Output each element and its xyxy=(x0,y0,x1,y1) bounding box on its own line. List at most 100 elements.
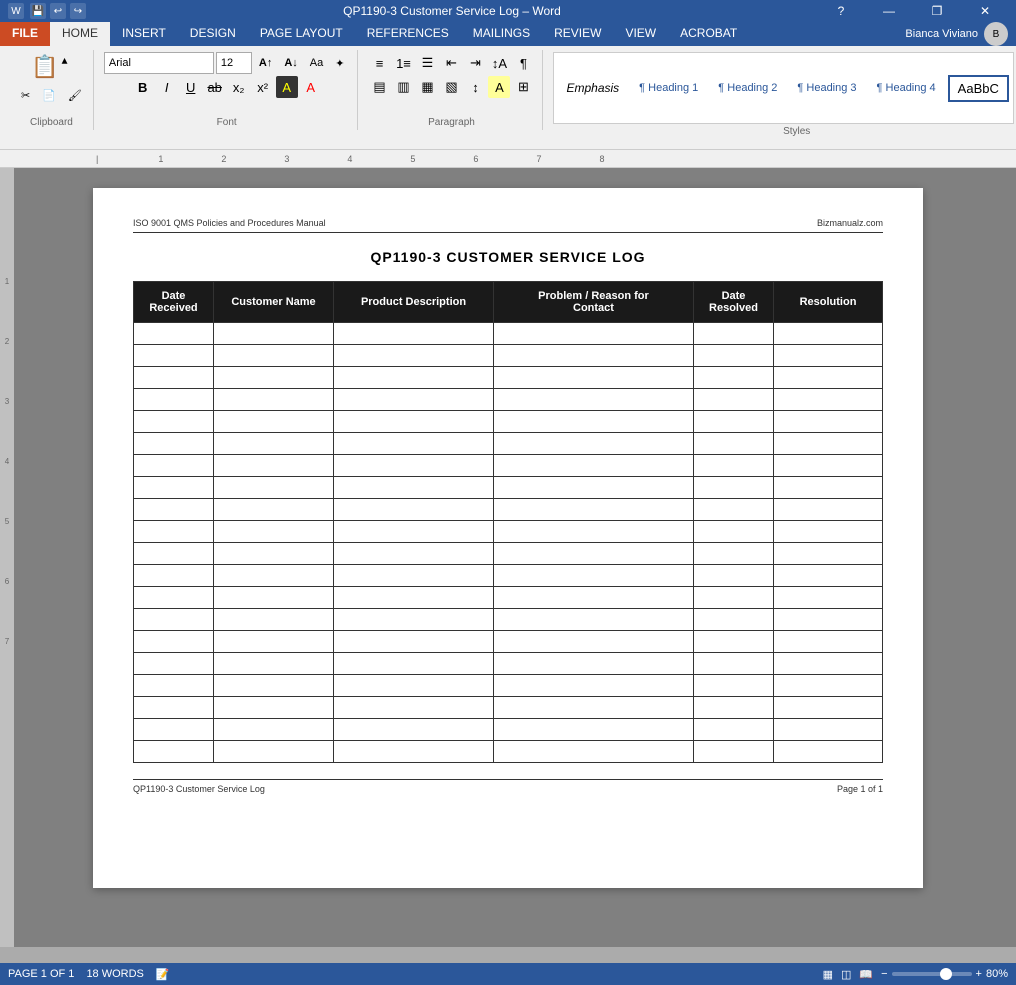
style-emphasis[interactable]: Emphasis xyxy=(558,77,627,99)
font-size-input[interactable] xyxy=(216,52,252,74)
strikethrough-button[interactable]: ab xyxy=(204,76,226,98)
zoom-out-button[interactable]: − xyxy=(881,968,887,980)
table-row[interactable] xyxy=(134,433,883,455)
table-cell[interactable] xyxy=(774,609,883,631)
table-cell[interactable] xyxy=(134,499,214,521)
table-cell[interactable] xyxy=(694,653,774,675)
table-cell[interactable] xyxy=(494,675,694,697)
shading-button[interactable]: A xyxy=(488,76,510,98)
table-cell[interactable] xyxy=(334,367,494,389)
table-cell[interactable] xyxy=(214,719,334,741)
table-cell[interactable] xyxy=(214,543,334,565)
italic-button[interactable]: I xyxy=(156,76,178,98)
table-cell[interactable] xyxy=(494,521,694,543)
align-right-button[interactable]: ▦ xyxy=(416,76,438,98)
table-cell[interactable] xyxy=(134,697,214,719)
table-cell[interactable] xyxy=(334,653,494,675)
table-cell[interactable] xyxy=(334,565,494,587)
table-cell[interactable] xyxy=(774,367,883,389)
table-cell[interactable] xyxy=(134,653,214,675)
table-cell[interactable] xyxy=(134,433,214,455)
table-cell[interactable] xyxy=(214,345,334,367)
undo-icon[interactable]: ↩ xyxy=(50,3,66,19)
table-cell[interactable] xyxy=(334,433,494,455)
decrease-font-button[interactable]: A↓ xyxy=(279,52,302,74)
table-cell[interactable] xyxy=(134,455,214,477)
table-cell[interactable] xyxy=(134,345,214,367)
table-row[interactable] xyxy=(134,653,883,675)
table-cell[interactable] xyxy=(774,543,883,565)
change-case-button[interactable]: Aa xyxy=(305,52,328,74)
tab-page-layout[interactable]: PAGE LAYOUT xyxy=(248,22,355,46)
table-cell[interactable] xyxy=(334,521,494,543)
table-cell[interactable] xyxy=(214,433,334,455)
view-read-button[interactable]: 📖 xyxy=(859,968,873,981)
table-cell[interactable] xyxy=(134,477,214,499)
table-cell[interactable] xyxy=(334,697,494,719)
table-cell[interactable] xyxy=(774,477,883,499)
table-cell[interactable] xyxy=(334,741,494,763)
table-row[interactable] xyxy=(134,631,883,653)
table-cell[interactable] xyxy=(134,719,214,741)
font-color-button[interactable]: A xyxy=(300,76,322,98)
format-painter-button[interactable]: 🖌 xyxy=(63,84,87,106)
table-cell[interactable] xyxy=(214,741,334,763)
table-cell[interactable] xyxy=(134,741,214,763)
minimize-button[interactable]: — xyxy=(866,0,912,22)
table-cell[interactable] xyxy=(694,631,774,653)
table-cell[interactable] xyxy=(214,609,334,631)
table-cell[interactable] xyxy=(494,631,694,653)
table-cell[interactable] xyxy=(694,499,774,521)
style-heading2[interactable]: ¶ Heading 2 xyxy=(710,78,785,98)
increase-indent-button[interactable]: ⇥ xyxy=(464,52,486,74)
table-cell[interactable] xyxy=(774,499,883,521)
table-cell[interactable] xyxy=(494,367,694,389)
save-icon[interactable]: 💾 xyxy=(30,3,46,19)
table-cell[interactable] xyxy=(334,719,494,741)
table-cell[interactable] xyxy=(494,587,694,609)
table-cell[interactable] xyxy=(774,323,883,345)
maximize-button[interactable]: ❐ xyxy=(914,0,960,22)
table-cell[interactable] xyxy=(334,587,494,609)
table-row[interactable] xyxy=(134,741,883,763)
table-cell[interactable] xyxy=(334,631,494,653)
table-cell[interactable] xyxy=(214,389,334,411)
tab-view[interactable]: VIEW xyxy=(613,22,668,46)
table-cell[interactable] xyxy=(494,411,694,433)
table-cell[interactable] xyxy=(494,433,694,455)
table-cell[interactable] xyxy=(334,675,494,697)
align-center-button[interactable]: ▥ xyxy=(392,76,414,98)
close-button[interactable]: ✕ xyxy=(962,0,1008,22)
paste-button[interactable]: 📋 ▼ xyxy=(28,52,75,82)
table-cell[interactable] xyxy=(774,521,883,543)
multilevel-list-button[interactable]: ☰ xyxy=(416,52,438,74)
table-cell[interactable] xyxy=(694,345,774,367)
table-cell[interactable] xyxy=(214,367,334,389)
table-cell[interactable] xyxy=(134,521,214,543)
table-cell[interactable] xyxy=(774,345,883,367)
table-cell[interactable] xyxy=(774,741,883,763)
table-cell[interactable] xyxy=(774,565,883,587)
table-cell[interactable] xyxy=(214,521,334,543)
table-cell[interactable] xyxy=(774,675,883,697)
table-cell[interactable] xyxy=(134,543,214,565)
table-cell[interactable] xyxy=(334,389,494,411)
table-cell[interactable] xyxy=(694,609,774,631)
table-cell[interactable] xyxy=(494,741,694,763)
table-cell[interactable] xyxy=(694,521,774,543)
tab-file[interactable]: FILE xyxy=(0,22,50,46)
table-cell[interactable] xyxy=(694,433,774,455)
table-cell[interactable] xyxy=(494,455,694,477)
table-cell[interactable] xyxy=(694,697,774,719)
table-row[interactable] xyxy=(134,675,883,697)
style-default[interactable]: AaBbC xyxy=(948,75,1009,102)
line-spacing-button[interactable]: ↕ xyxy=(464,76,486,98)
table-cell[interactable] xyxy=(134,411,214,433)
table-cell[interactable] xyxy=(214,323,334,345)
table-row[interactable] xyxy=(134,455,883,477)
style-heading3[interactable]: ¶ Heading 3 xyxy=(789,78,864,98)
table-cell[interactable] xyxy=(214,653,334,675)
table-row[interactable] xyxy=(134,367,883,389)
increase-font-button[interactable]: A↑ xyxy=(254,52,277,74)
table-cell[interactable] xyxy=(214,499,334,521)
